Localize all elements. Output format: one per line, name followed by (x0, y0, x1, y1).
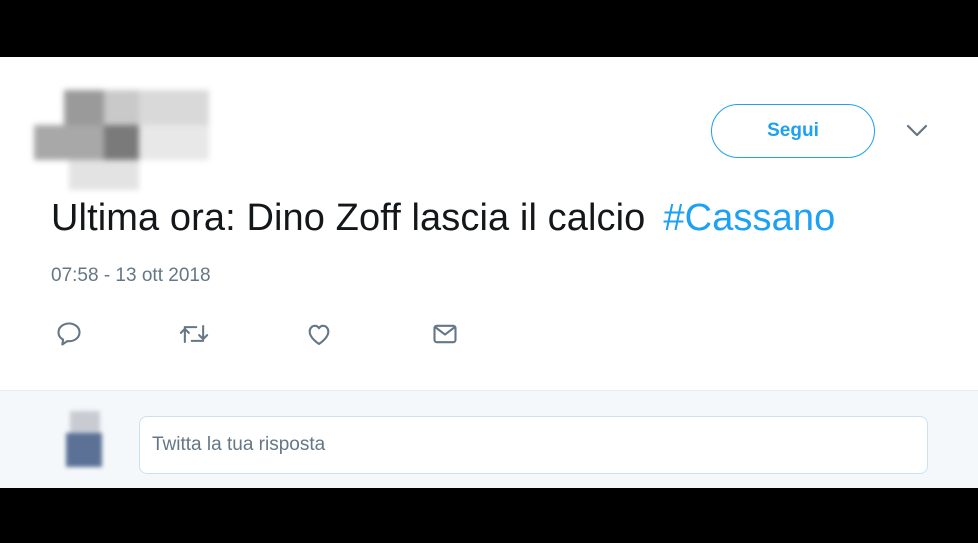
author-avatar-blurred[interactable] (34, 90, 244, 190)
user-avatar-blurred (62, 411, 106, 469)
tweet-text: Ultima ora: Dino Zoff lascia il calcio #C… (51, 197, 835, 240)
like-icon[interactable] (299, 314, 339, 354)
reply-icon[interactable] (49, 314, 89, 354)
chevron-down-icon[interactable] (904, 121, 930, 141)
tweet-card: Segui Ultima ora: Dino Zoff lascia il ca… (0, 57, 978, 488)
reply-area (0, 390, 978, 488)
hashtag-link[interactable]: #Cassano (663, 197, 835, 239)
direct-message-icon[interactable] (425, 314, 465, 354)
tweet-timestamp[interactable]: 07:58 - 13 ott 2018 (51, 265, 211, 287)
reply-input[interactable] (139, 416, 928, 474)
tweet-actions (0, 314, 978, 354)
tweet-body: Ultima ora: Dino Zoff lascia il calcio (51, 197, 646, 239)
retweet-icon[interactable] (174, 314, 214, 354)
follow-button[interactable]: Segui (711, 104, 875, 158)
